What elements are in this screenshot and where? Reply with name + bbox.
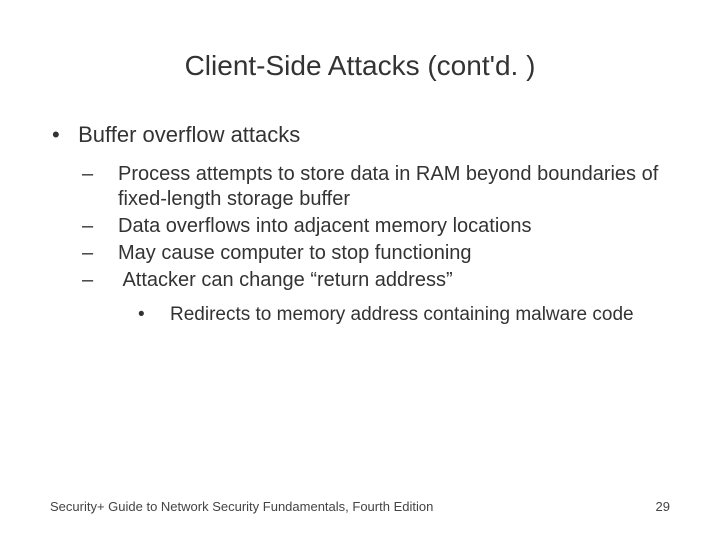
slide-footer: Security+ Guide to Network Security Fund… <box>50 499 670 514</box>
bullet-text: Attacker can change “return address” <box>122 269 452 291</box>
bullet-text: Buffer overflow attacks <box>78 122 300 147</box>
bullet-text: Process attempts to store data in RAM be… <box>118 163 658 210</box>
bullet-list-level2: Process attempts to store data in RAM be… <box>56 162 670 327</box>
list-item: Redirects to memory address containing m… <box>154 303 670 327</box>
list-item: May cause computer to stop functioning <box>100 241 670 266</box>
footer-source: Security+ Guide to Network Security Fund… <box>50 499 433 514</box>
bullet-text: Data overflows into adjacent memory loca… <box>118 215 532 237</box>
slide-content: Buffer overflow attacks Process attempts… <box>50 122 670 327</box>
slide-title: Client-Side Attacks (cont'd. ) <box>50 50 670 82</box>
list-item: Buffer overflow attacks Process attempts… <box>56 122 670 327</box>
list-item: Process attempts to store data in RAM be… <box>100 162 670 212</box>
list-item: Attacker can change “return address” Red… <box>100 268 670 327</box>
slide: Client-Side Attacks (cont'd. ) Buffer ov… <box>0 0 720 540</box>
list-item: Data overflows into adjacent memory loca… <box>100 214 670 239</box>
bullet-list-level3: Redirects to memory address containing m… <box>118 303 670 327</box>
bullet-list-level1: Buffer overflow attacks Process attempts… <box>56 122 670 327</box>
bullet-text: Redirects to memory address containing m… <box>170 304 634 325</box>
bullet-text: May cause computer to stop functioning <box>118 242 472 264</box>
page-number: 29 <box>656 499 670 514</box>
